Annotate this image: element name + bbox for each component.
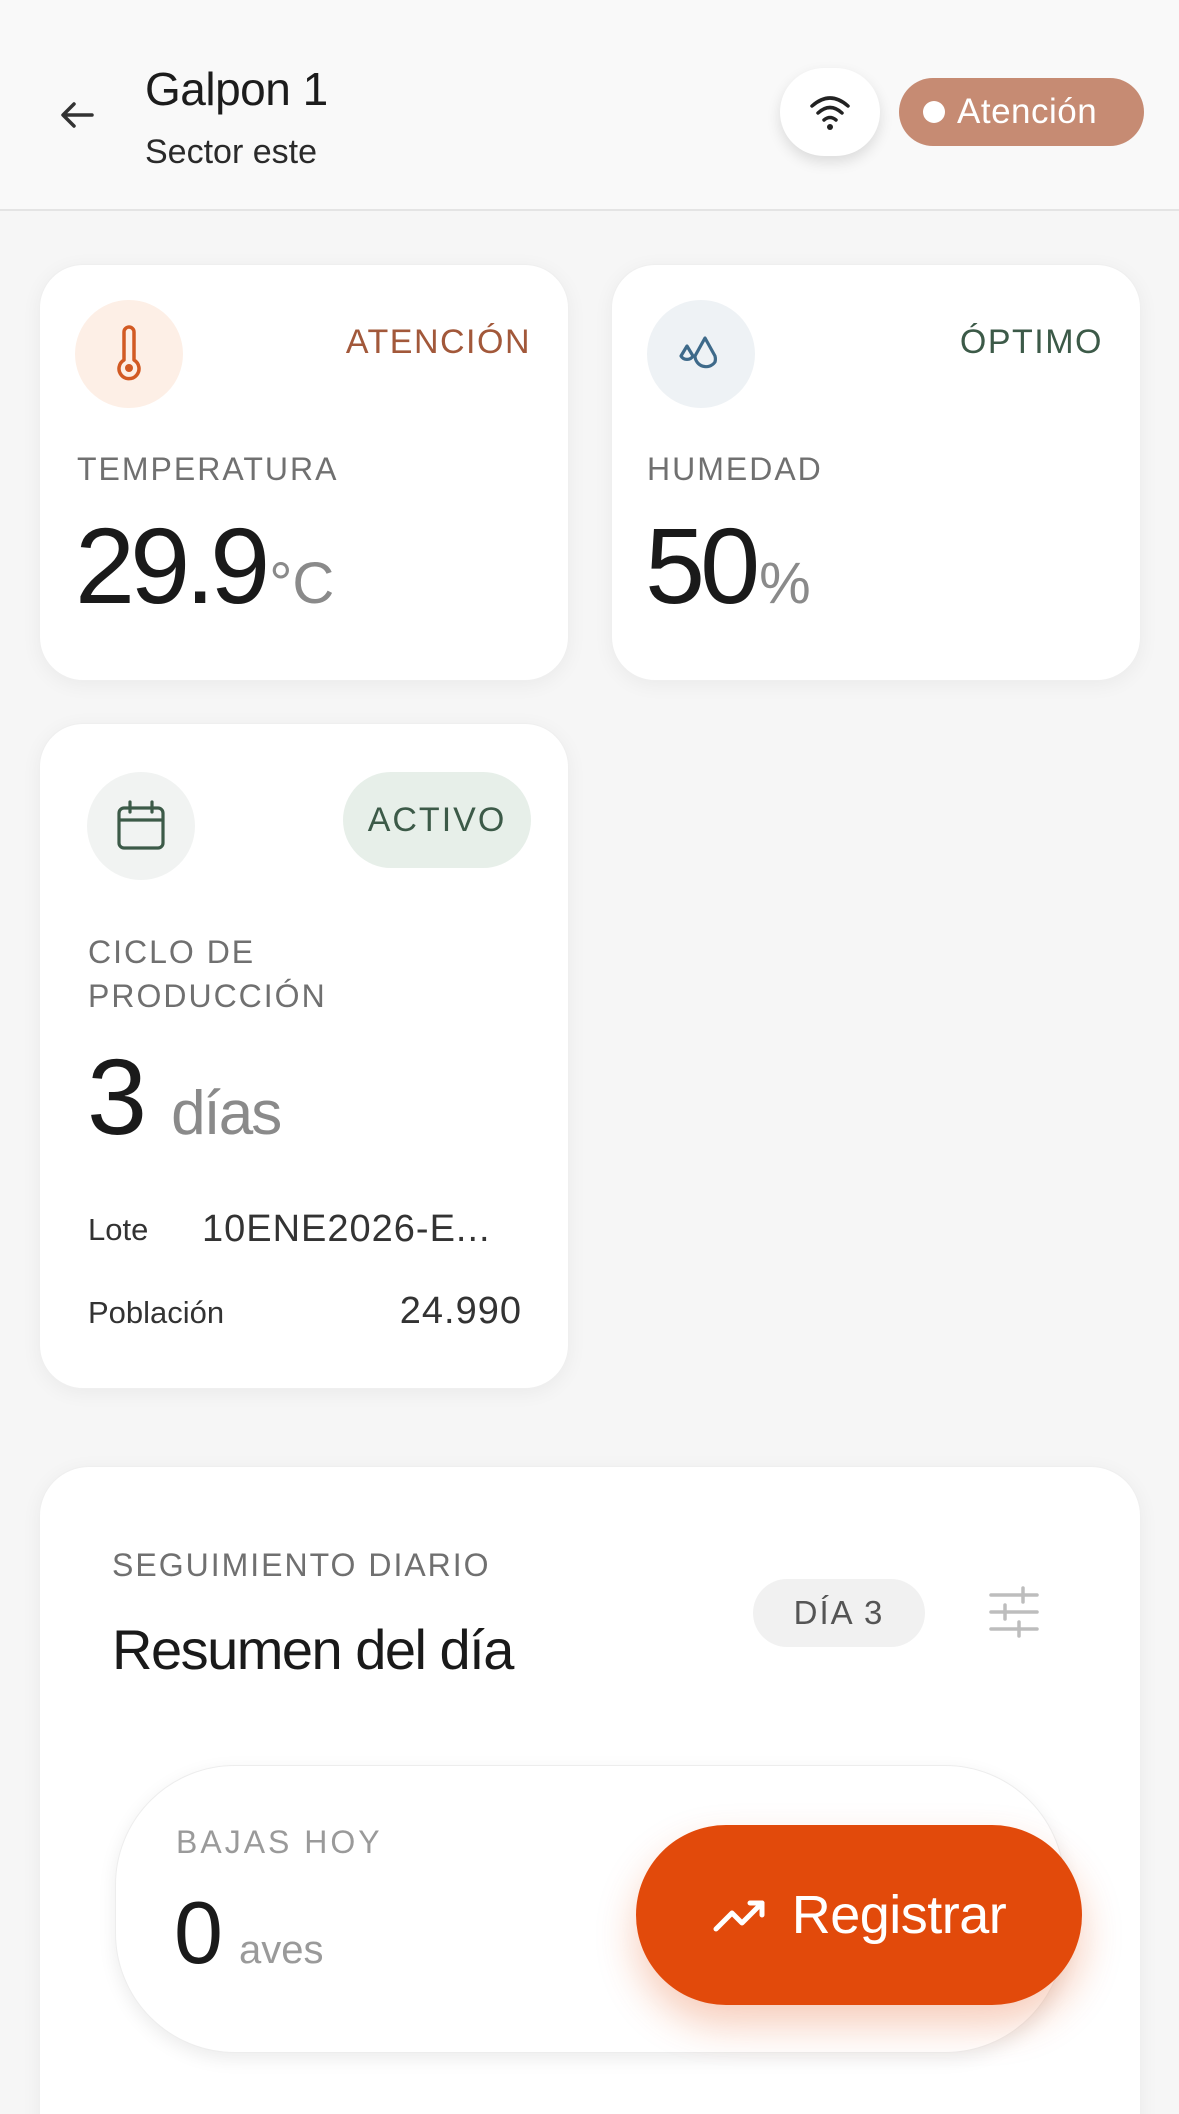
filter-button[interactable] (987, 1585, 1041, 1639)
humidity-label: HUMEDAD (647, 451, 823, 487)
cycle-status-badge: ACTIVO (343, 772, 531, 868)
wifi-icon (810, 96, 850, 130)
page-subtitle: Sector este (145, 133, 317, 171)
status-dot (923, 101, 945, 123)
bajas-unit: aves (238, 1928, 324, 1972)
lote-value: 10ENE2026-E... (202, 1208, 491, 1250)
bajas-value: 0 (174, 1883, 223, 1982)
daily-title: Resumen del día (112, 1618, 514, 1681)
humidity-value: 50 (645, 505, 760, 626)
sliders-icon (989, 1586, 1039, 1638)
arrow-left-icon (61, 102, 94, 128)
cycle-label-line1: CICLO DE (88, 934, 256, 970)
production-cycle-card[interactable]: ACTIVO CICLO DE PRODUCCIÓN 3 días Lote 10… (39, 723, 569, 1389)
cycle-value: 3 (87, 1036, 148, 1157)
lote-label: Lote (88, 1212, 149, 1247)
cycle-value-block: 3 días (87, 1034, 282, 1159)
droplets-icon (679, 336, 718, 369)
temperature-value: 29.9 (75, 505, 270, 626)
daily-summary-card: SEGUIMIENTO DIARIO Resumen del día DÍA 3… (39, 1466, 1141, 2114)
humidity-unit: % (759, 551, 811, 616)
register-label: Registrar (791, 1885, 1007, 1945)
temperature-icon-wrap (75, 300, 183, 408)
top-bar: Galpon 1 Sector este Atención (0, 0, 1179, 211)
poblacion-label: Población (88, 1295, 225, 1330)
calendar-icon (117, 800, 165, 850)
back-button[interactable] (52, 90, 102, 140)
humidity-card[interactable]: ÓPTIMO HUMEDAD 50% (611, 264, 1141, 681)
temperature-label: TEMPERATURA (77, 451, 339, 487)
cycle-label-line2: PRODUCCIÓN (88, 978, 327, 1014)
alert-status-badge[interactable]: Atención (899, 78, 1144, 146)
register-button[interactable]: Registrar (636, 1825, 1082, 2005)
temperature-status: ATENCIÓN (345, 323, 531, 361)
humidity-value-block: 50% (645, 503, 811, 628)
trending-up-icon (713, 1900, 765, 1932)
bajas-label: BAJAS HOY (176, 1824, 383, 1860)
daily-eyebrow: SEGUIMIENTO DIARIO (112, 1547, 491, 1583)
poblacion-value: 24.990 (399, 1290, 522, 1332)
cycle-icon-wrap (87, 772, 195, 880)
humidity-icon-wrap (647, 300, 755, 408)
humidity-status: ÓPTIMO (959, 323, 1103, 361)
cycle-unit: días (171, 1079, 282, 1148)
temperature-unit: °C (269, 551, 335, 616)
day-badge: DÍA 3 (753, 1579, 925, 1647)
alert-status-label: Atención (957, 92, 1098, 131)
temperature-value-block: 29.9°C (75, 503, 334, 628)
connection-button[interactable] (780, 68, 880, 156)
thermometer-icon (117, 325, 141, 381)
temperature-card[interactable]: ATENCIÓN TEMPERATURA 29.9°C (39, 264, 569, 681)
page-title: Galpon 1 (145, 63, 328, 115)
bajas-value-block: 0 aves (174, 1882, 323, 1984)
